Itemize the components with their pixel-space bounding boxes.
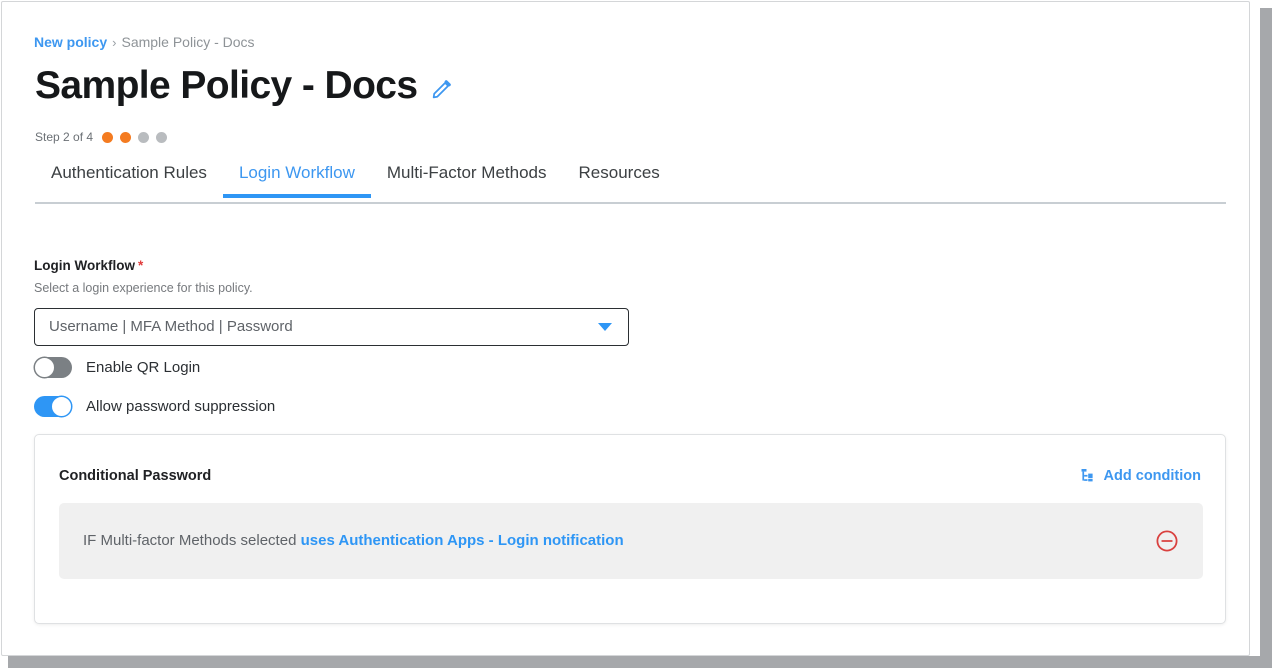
login-workflow-label: Login Workflow * — [34, 257, 629, 275]
chevron-down-icon — [598, 323, 612, 331]
breadcrumb-current: Sample Policy - Docs — [121, 34, 255, 50]
title-row: Sample Policy - Docs — [35, 62, 453, 110]
login-workflow-select[interactable]: Username | MFA Method | Password — [34, 308, 629, 346]
pencil-icon[interactable] — [431, 78, 453, 100]
toggle-label-enable-qr-login: Enable QR Login — [86, 358, 201, 376]
window-frame-shadow-bottom — [8, 656, 1272, 668]
toggle-knob — [35, 358, 54, 377]
tab-login-workflow[interactable]: Login Workflow — [222, 162, 371, 198]
tab-bar: Authentication Rules Login Workflow Mult… — [35, 162, 1226, 204]
breadcrumb: New policy › Sample Policy - Docs — [34, 33, 255, 52]
conditional-password-card: Conditional Password Add condition IF Mu… — [34, 434, 1226, 624]
step-dot-4 — [156, 131, 168, 143]
condition-link[interactable]: uses Authentication Apps - Login notific… — [301, 532, 624, 549]
toggle-row-allow-password-suppression: Allow password suppression — [34, 396, 275, 417]
conditional-password-title: Conditional Password — [59, 468, 212, 484]
step-indicator-label: Step 2 of 4 — [35, 130, 94, 144]
login-workflow-help-text: Select a login experience for this polic… — [34, 281, 253, 295]
breadcrumb-separator-icon: › — [112, 35, 117, 50]
page-surface: New policy › Sample Policy - Docs Sample P… — [1, 1, 1250, 656]
toggle-knob — [52, 397, 71, 416]
minus-circle-icon[interactable] — [1155, 529, 1179, 553]
condition-text: IF Multi-factor Methods selected uses Au… — [83, 531, 1155, 551]
login-workflow-select-value: Username | MFA Method | Password — [49, 318, 293, 335]
step-indicator: Step 2 of 4 — [35, 130, 168, 144]
step-dot-1 — [102, 131, 114, 143]
toggle-allow-password-suppression[interactable] — [34, 396, 72, 417]
toggle-enable-qr-login[interactable] — [34, 357, 72, 378]
window-frame-shadow-right — [1260, 8, 1272, 668]
page-title: Sample Policy - Docs — [35, 64, 418, 107]
tab-multi-factor-methods[interactable]: Multi-Factor Methods — [371, 162, 563, 196]
tab-authentication-rules[interactable]: Authentication Rules — [35, 162, 223, 196]
step-dot-3 — [138, 131, 150, 143]
add-condition-button[interactable]: Add condition — [1081, 468, 1201, 484]
tab-resources[interactable]: Resources — [563, 162, 676, 196]
window-frame: New policy › Sample Policy - Docs Sample P… — [0, 0, 1272, 668]
condition-prefix: IF Multi-factor Methods selected — [83, 532, 301, 549]
login-workflow-field: Login Workflow * Select a login experienc… — [34, 257, 629, 346]
required-marker: * — [138, 258, 144, 273]
toggle-label-allow-password-suppression: Allow password suppression — [86, 397, 276, 415]
hierarchy-icon — [1081, 469, 1093, 482]
login-workflow-label-text: Login Workflow — [34, 258, 135, 273]
add-condition-label: Add condition — [1103, 468, 1201, 484]
condition-row: IF Multi-factor Methods selected uses Au… — [59, 503, 1203, 579]
toggle-row-enable-qr-login: Enable QR Login — [34, 357, 200, 378]
step-dot-2 — [120, 131, 132, 143]
breadcrumb-link-new-policy[interactable]: New policy — [34, 34, 107, 50]
